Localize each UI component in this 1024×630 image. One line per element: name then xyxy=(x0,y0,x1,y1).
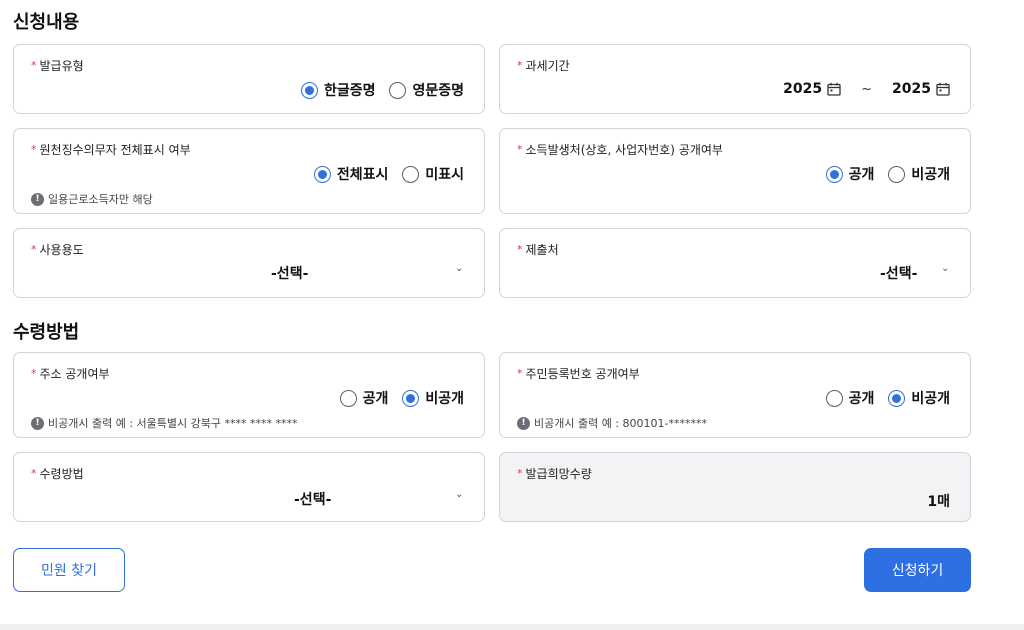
rrn-public-radio-group: 공개 비공개 xyxy=(825,388,950,408)
radio-show-all[interactable]: 전체표시 xyxy=(313,164,388,184)
section-title-application: 신청내용 xyxy=(13,12,80,33)
submit-to-card: * 제출처 -선택- ⌄ xyxy=(499,228,971,298)
usage-select-value: -선택- xyxy=(271,266,309,282)
radio-circle-icon xyxy=(888,389,906,407)
tax-period-range: 2025 ~ 2025 xyxy=(783,81,950,97)
radio-circle-icon xyxy=(825,165,843,183)
receipt-method-card: * 수령방법 -선택- ⌄ xyxy=(13,452,485,522)
address-public-card: * 주소 공개여부 공개 비공개 ! 비공개시 출력 예 : 서울특별시 강북구 *… xyxy=(13,352,485,438)
page-bottom-divider xyxy=(0,624,1024,630)
radio-rrn-private[interactable]: 비공개 xyxy=(888,388,950,408)
apply-button[interactable]: 신청하기 xyxy=(864,548,971,592)
address-public-radio-group: 공개 비공개 xyxy=(339,388,464,408)
income-source-label: * 소득발생처(상호, 사업자번호) 공개여부 xyxy=(517,143,723,157)
radio-korean-cert[interactable]: 한글증명 xyxy=(300,80,375,100)
issue-quantity-card: * 발급희망수량 1매 xyxy=(499,452,971,522)
rrn-public-card: * 주민등록번호 공개여부 공개 비공개 ! 비공개시 출력 예 : 800101-… xyxy=(499,352,971,438)
chevron-down-icon: ⌄ xyxy=(455,489,464,500)
tax-period-label: * 과세기간 xyxy=(517,59,570,73)
info-icon: ! xyxy=(31,416,44,430)
info-icon: ! xyxy=(517,416,530,430)
period-from-field[interactable]: 2025 xyxy=(783,81,841,97)
usage-label: * 사용용도 xyxy=(31,243,84,257)
calendar-icon[interactable] xyxy=(827,82,841,96)
radio-circle-icon xyxy=(389,81,407,99)
usage-card: * 사용용도 -선택- ⌄ xyxy=(13,228,485,298)
submit-to-label: * 제출처 xyxy=(517,243,559,257)
tax-period-card: * 과세기간 2025 ~ 2025 xyxy=(499,44,971,114)
withholding-label: * 원천징수의무자 전체표시 여부 xyxy=(31,143,191,157)
withholding-card: * 원천징수의무자 전체표시 여부 전체표시 미표시 ! 일용근로소득자만 해당 xyxy=(13,128,485,214)
issue-quantity-value: 1매 xyxy=(927,494,950,510)
issue-type-radio-group: 한글증명 영문증명 xyxy=(300,80,464,100)
info-icon: ! xyxy=(31,192,44,206)
period-separator: ~ xyxy=(861,81,873,97)
radio-circle-icon xyxy=(300,81,318,99)
radio-rrn-public[interactable]: 공개 xyxy=(825,388,874,408)
chevron-down-icon: ⌄ xyxy=(941,263,950,274)
usage-select[interactable]: -선택- ⌄ xyxy=(14,263,486,283)
radio-address-public[interactable]: 공개 xyxy=(339,388,388,408)
radio-circle-icon xyxy=(313,165,331,183)
address-public-label: * 주소 공개여부 xyxy=(31,367,110,381)
radio-circle-icon xyxy=(339,389,357,407)
section-title-receipt: 수령방법 xyxy=(13,322,80,343)
rrn-public-note: ! 비공개시 출력 예 : 800101-******* xyxy=(517,415,707,431)
submit-to-select-value: -선택- xyxy=(880,266,918,282)
submit-to-select[interactable]: -선택- ⌄ xyxy=(500,263,972,283)
radio-circle-icon xyxy=(402,389,420,407)
income-source-card: * 소득발생처(상호, 사업자번호) 공개여부 공개 비공개 xyxy=(499,128,971,214)
receipt-method-label: * 수령방법 xyxy=(31,467,84,481)
radio-circle-icon xyxy=(825,389,843,407)
radio-address-private[interactable]: 비공개 xyxy=(402,388,464,408)
receipt-method-select-value: -선택- xyxy=(294,492,332,508)
find-complaint-button[interactable]: 민원 찾기 xyxy=(13,548,125,592)
required-mark: * xyxy=(31,59,37,72)
radio-circle-icon xyxy=(402,165,420,183)
receipt-method-select[interactable]: -선택- ⌄ xyxy=(14,489,486,509)
issue-type-card: * 발급유형 한글증명 영문증명 xyxy=(13,44,485,114)
withholding-radio-group: 전체표시 미표시 xyxy=(313,164,464,184)
calendar-icon[interactable] xyxy=(936,82,950,96)
issue-type-label: * 발급유형 xyxy=(31,59,84,73)
issue-quantity-label: * 발급희망수량 xyxy=(517,467,592,481)
radio-income-private[interactable]: 비공개 xyxy=(888,164,950,184)
withholding-note: ! 일용근로소득자만 해당 xyxy=(31,191,153,207)
period-to-field[interactable]: 2025 xyxy=(892,81,950,97)
radio-hide[interactable]: 미표시 xyxy=(402,164,464,184)
radio-circle-icon xyxy=(888,165,906,183)
address-public-note: ! 비공개시 출력 예 : 서울특별시 강북구 **** **** **** xyxy=(31,415,297,431)
radio-income-public[interactable]: 공개 xyxy=(825,164,874,184)
rrn-public-label: * 주민등록번호 공개여부 xyxy=(517,367,640,381)
radio-english-cert[interactable]: 영문증명 xyxy=(389,80,464,100)
income-source-radio-group: 공개 비공개 xyxy=(825,164,950,184)
chevron-down-icon: ⌄ xyxy=(455,263,464,274)
